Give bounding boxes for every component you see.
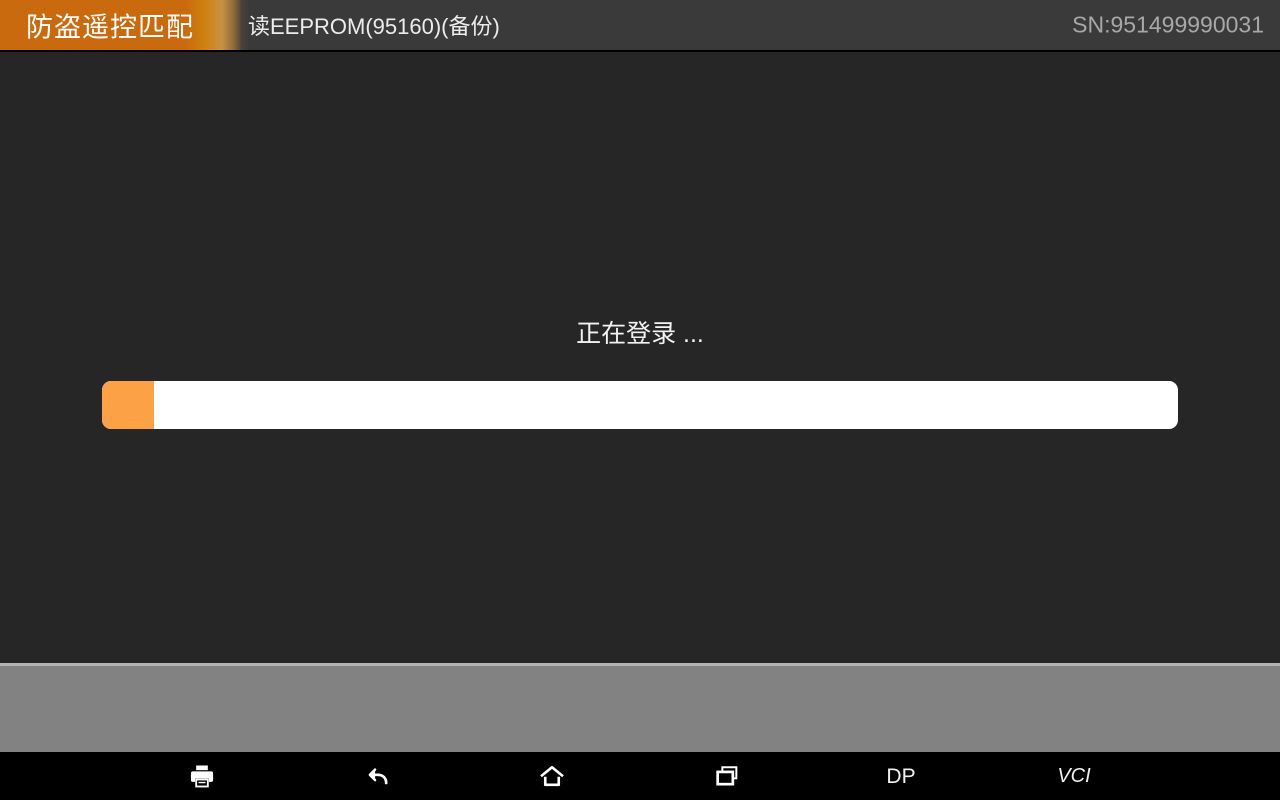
recents-icon [713,762,741,790]
bottom-gray-panel [0,666,1280,752]
progress-bar-fill [102,381,154,429]
system-navigation-bar: DP VCI [0,752,1280,800]
module-tab[interactable]: 防盗遥控匹配 [0,0,250,50]
nav-print-button[interactable] [156,752,248,800]
printer-icon [188,762,216,790]
nav-home-button[interactable] [506,752,598,800]
vci-text-icon: VCI [1057,765,1091,787]
progress-bar [102,381,1178,429]
serial-number-label: SN:951499990031 [1072,11,1264,38]
nav-dp-button[interactable]: DP [855,752,947,800]
main-content-area: 正在登录 ... [0,52,1280,663]
module-tab-label: 防盗遥控匹配 [26,12,194,43]
nav-vci-button[interactable]: VCI [1028,752,1120,800]
nav-recents-button[interactable] [681,752,773,800]
screen-title: 读EEPROM(95160)(备份) [248,14,500,39]
dp-text-icon: DP [886,764,916,788]
status-message: 正在登录 ... [576,320,704,348]
top-header-bar: 防盗遥控匹配 读EEPROM(95160)(备份) SN:95149999003… [0,0,1280,52]
home-icon [537,761,567,791]
app-window: 防盗遥控匹配 读EEPROM(95160)(备份) SN:95149999003… [0,0,1280,800]
back-arrow-icon [364,762,392,790]
nav-back-button[interactable] [332,752,424,800]
